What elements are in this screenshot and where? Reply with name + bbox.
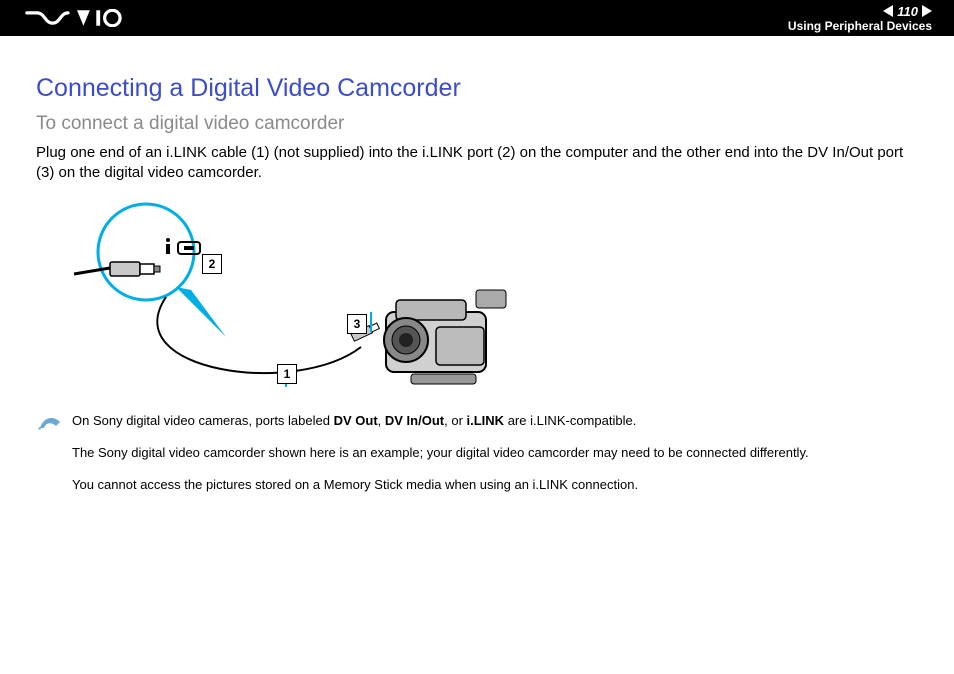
page-number: 110 xyxy=(897,5,918,18)
page-title: Connecting a Digital Video Camcorder xyxy=(36,74,918,103)
section-label: Using Peripheral Devices xyxy=(788,20,932,32)
page-subtitle: To connect a digital video camcorder xyxy=(36,113,918,135)
camcorder-icon xyxy=(384,290,506,384)
note-2: The Sony digital video camcorder shown h… xyxy=(72,444,918,462)
note-icon xyxy=(36,412,64,432)
prev-page-icon[interactable] xyxy=(883,5,893,17)
next-page-icon[interactable] xyxy=(922,5,932,17)
page-navigator[interactable]: 110 xyxy=(883,5,932,18)
note-1: On Sony digital video cameras, ports lab… xyxy=(72,412,918,430)
diagram-label-2: 2 xyxy=(202,254,222,274)
notes-block: On Sony digital video cameras, ports lab… xyxy=(36,412,918,495)
body-paragraph: Plug one end of an i.LINK cable (1) (not… xyxy=(36,143,918,184)
note-3: You cannot access the pictures stored on… xyxy=(72,476,918,494)
page-content: Connecting a Digital Video Camcorder To … xyxy=(0,36,954,494)
header-right: 110 Using Peripheral Devices xyxy=(788,5,932,32)
page-header: 110 Using Peripheral Devices xyxy=(0,0,954,36)
diagram-label-3: 3 xyxy=(347,314,367,334)
connection-diagram: 2 1 3 xyxy=(56,202,576,402)
vaio-logo xyxy=(22,9,132,27)
diagram-label-1: 1 xyxy=(277,364,297,384)
